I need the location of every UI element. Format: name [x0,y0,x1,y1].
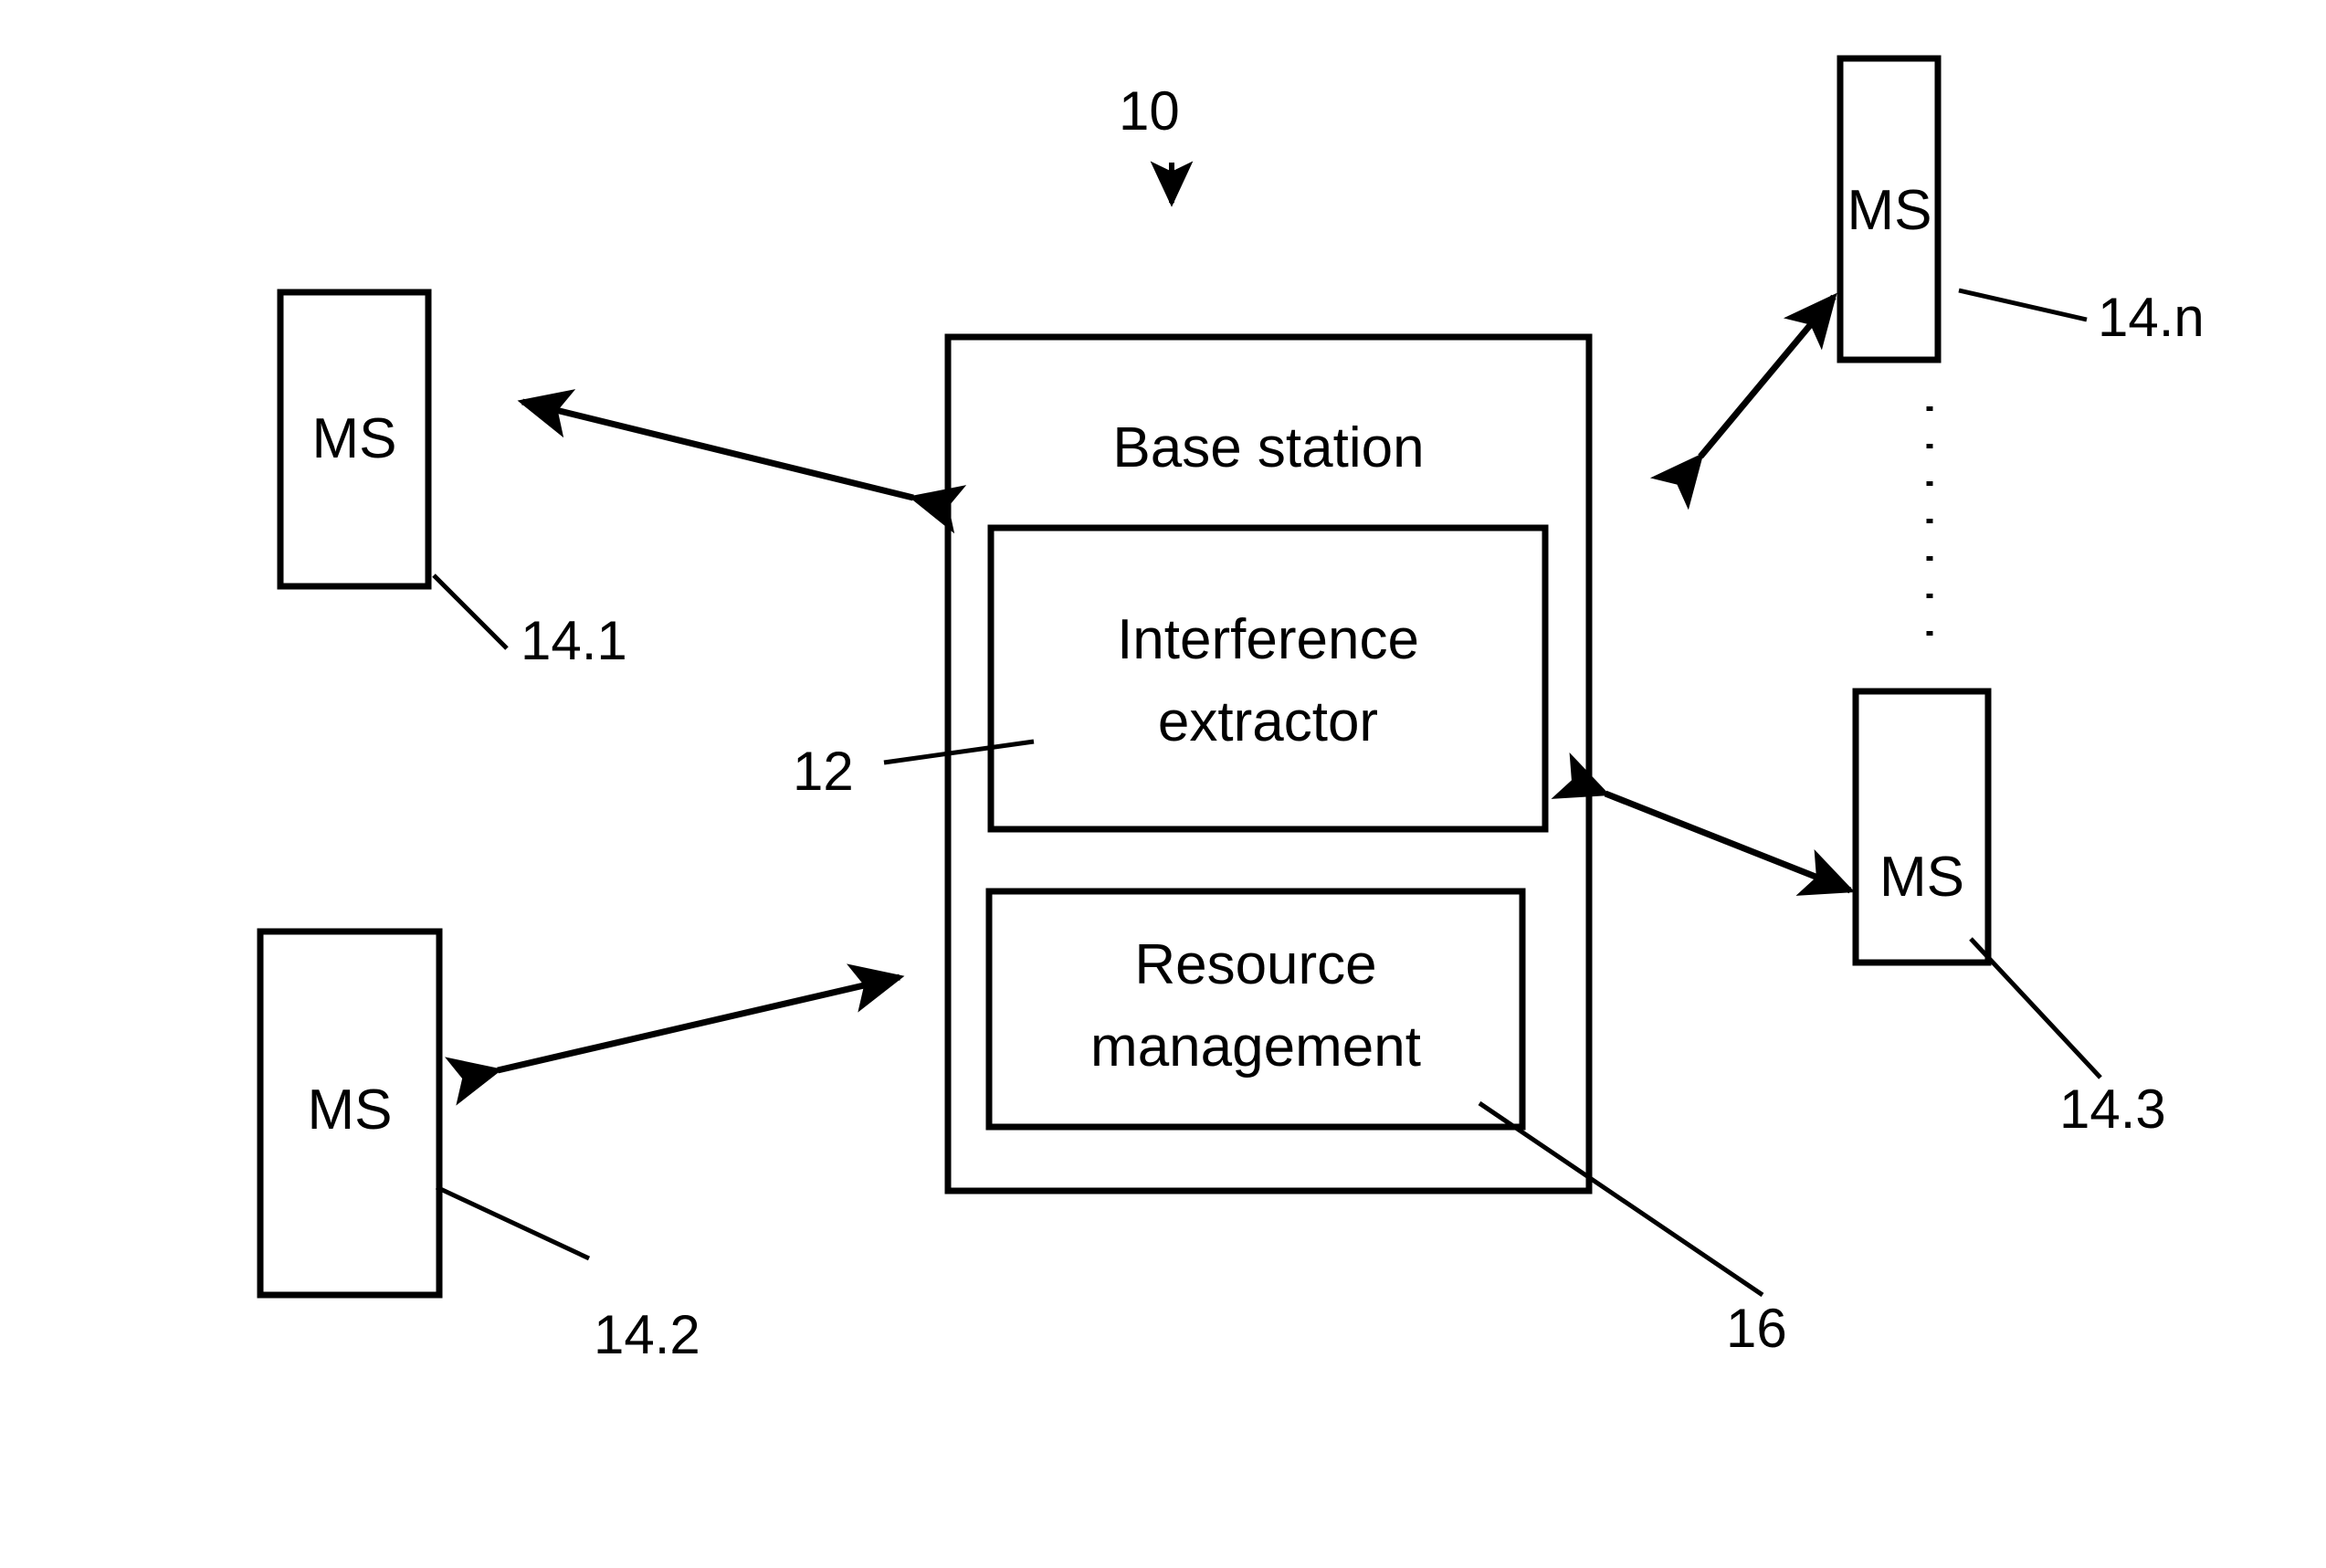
ms-label-14-3: MS [1879,846,1964,909]
ref-number-14-n: 14.n [2098,287,2205,348]
resource-management-box [985,888,1526,1131]
leader-line-14-2 [435,1184,591,1261]
ms-label-14-n: MS [1847,179,1932,242]
link-bs-to-ms-14-n [1649,292,1837,510]
ref-number-14-2: 14.2 [594,1304,700,1365]
ref-number-12: 12 [793,741,854,802]
resource-management-label-line1: Resource [1134,933,1377,996]
interference-extractor-label-line1: Interference [1117,608,1419,671]
base-station-title: Base station [1112,416,1425,479]
ms-label-14-1: MS [311,407,397,470]
leader-line-14-1 [432,574,509,650]
leader-line-16 [1478,1100,1764,1298]
ms-box-14-3 [1852,688,1992,966]
interference-extractor-label-line2: extractor [1157,690,1379,753]
figure-canvas: 10 Base station Interference extractor R… [0,0,2326,1568]
ref-number-16: 16 [1726,1298,1787,1359]
resource-management-label-line2: management [1090,1016,1421,1079]
interference-extractor-box [987,524,1549,833]
diagram-vector-layer [257,55,2102,1299]
link-bs-to-ms-14-2 [445,963,905,1106]
link-bs-to-ms-14-3 [1551,752,1856,896]
leader-line-14-n [1958,288,2088,322]
ref-number-14-3: 14.3 [2059,1079,2166,1140]
leader-line-14-3 [1969,937,2102,1079]
ref-number-10: 10 [1119,80,1180,142]
ref-number-14-1: 14.1 [521,610,627,671]
link-bs-to-ms-14-1 [517,389,967,534]
ms-label-14-2: MS [307,1079,393,1142]
